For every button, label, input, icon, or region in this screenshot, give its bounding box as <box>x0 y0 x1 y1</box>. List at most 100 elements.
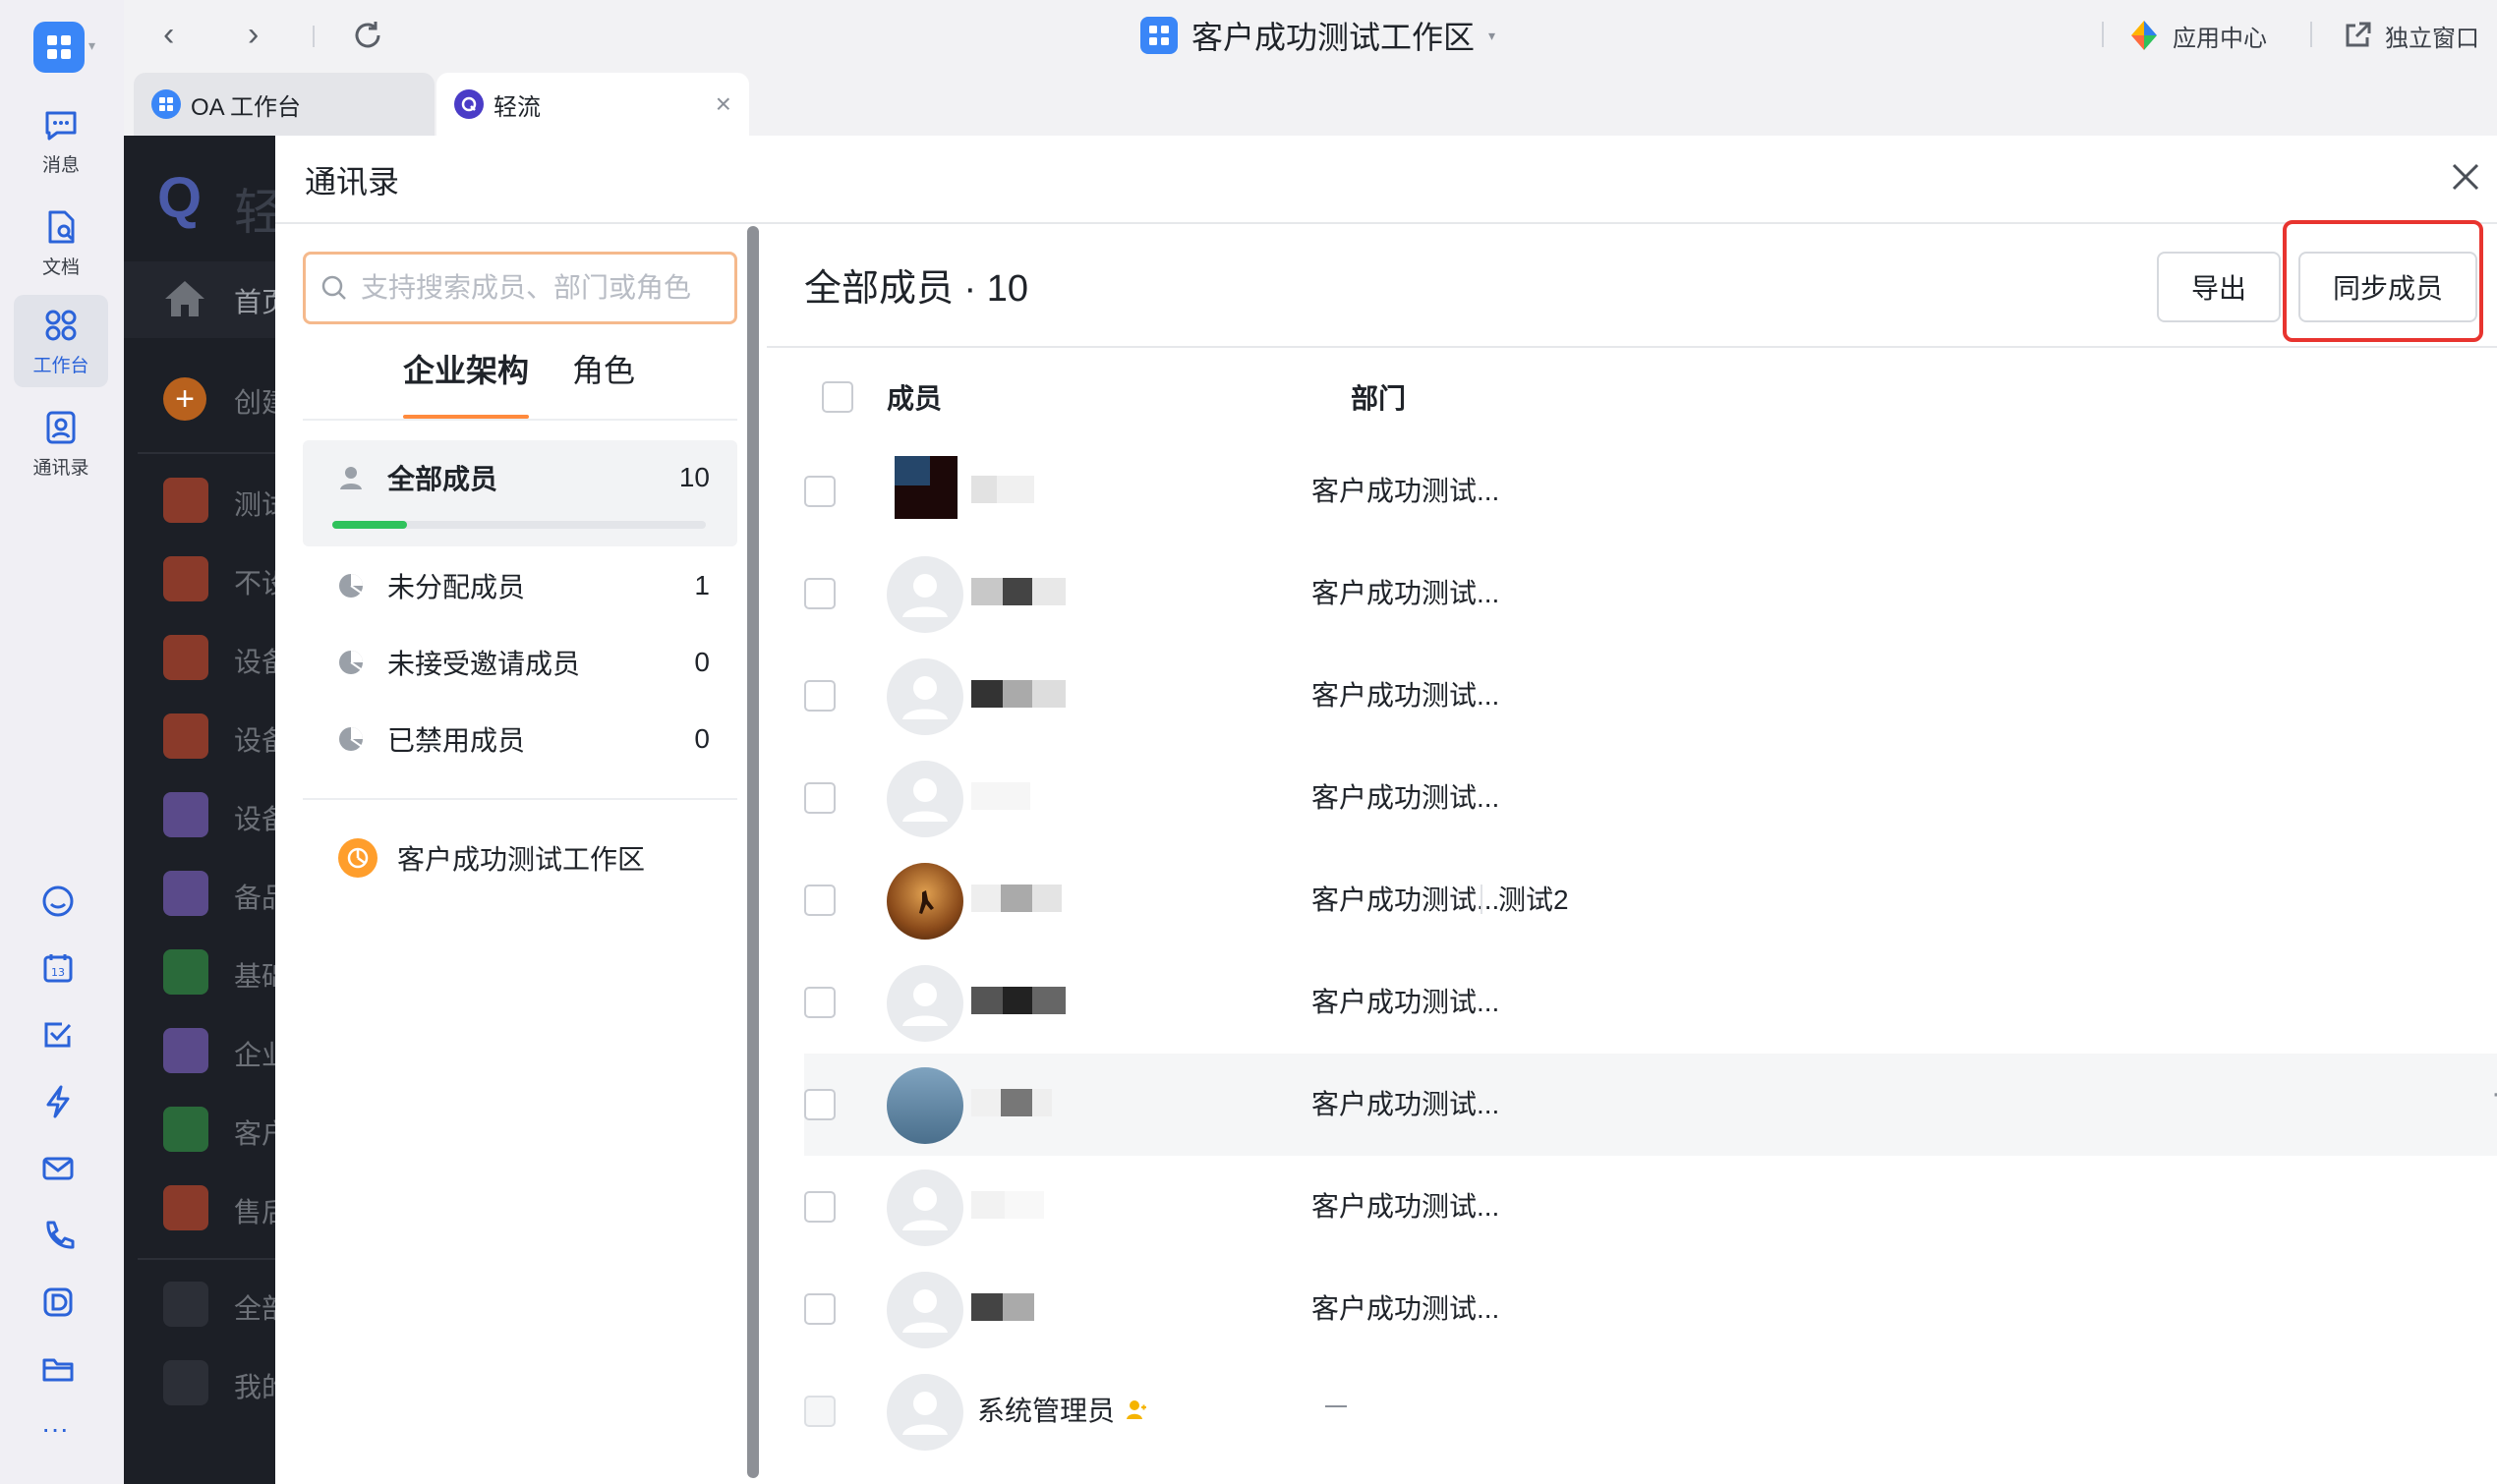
search-field[interactable] <box>303 252 737 324</box>
members-progress-bar <box>332 521 706 529</box>
admin-name-wrap: 系统管理员 <box>977 1390 1148 1429</box>
calendar-icon[interactable]: 13 <box>35 945 81 991</box>
more-apps-icon[interactable]: ··· <box>41 1413 69 1445</box>
svg-text:13: 13 <box>51 966 65 979</box>
folder-icon[interactable] <box>35 1346 81 1392</box>
rail-item-workbench[interactable]: 工作台 <box>14 295 108 387</box>
document-icon <box>48 210 75 243</box>
table-row[interactable]: 客户成功测试... <box>804 1258 2497 1360</box>
bg-item: 设备 <box>234 647 275 677</box>
row-checkbox[interactable] <box>804 476 836 507</box>
member-name-redacted <box>971 885 1062 912</box>
table-row[interactable]: 客户成功测试... <box>804 440 2497 542</box>
app-logo-icon[interactable] <box>33 22 85 73</box>
table-row[interactable]: 系统管理员 <box>804 1360 2497 1462</box>
qingflow-big-logo-icon: Q <box>157 166 203 230</box>
group-row-disabled[interactable]: 已禁用成员 0 <box>303 710 737 769</box>
default-avatar-icon <box>887 1374 963 1451</box>
back-arrow-icon[interactable]: ‹ <box>163 16 174 54</box>
home-icon <box>163 279 206 323</box>
table-row[interactable]: 客户成功测试... <box>804 951 2497 1054</box>
close-icon[interactable] <box>2446 157 2485 197</box>
table-row[interactable]: 客户成功测试... <box>804 542 2497 645</box>
member-list-title: 全部成员 · 10 <box>804 268 1029 310</box>
rail-label-docs: 文档 <box>41 257 80 278</box>
table-row[interactable]: 客户成功测试... 测试2 <box>804 849 2497 951</box>
bg-item: 不设 <box>234 568 275 599</box>
oa-grid-icon <box>151 89 181 119</box>
rail-label-workbench: 工作台 <box>32 355 89 376</box>
table-row[interactable]: 客户成功测试... <box>804 1156 2497 1258</box>
pie-status-icon <box>336 571 366 600</box>
search-input[interactable] <box>361 272 715 304</box>
bg-item: 售后 <box>234 1197 275 1227</box>
forward-arrow-icon[interactable]: › <box>248 16 259 54</box>
group-row-all[interactable]: 全部成员 10 <box>303 448 737 507</box>
more-actions-icon[interactable]: ··· <box>2491 1077 2497 1111</box>
external-window-icon <box>2346 22 2371 47</box>
bg-divider <box>138 1258 275 1260</box>
tab-oa-workbench[interactable]: OA 工作台 <box>134 73 435 136</box>
table-row-hovered[interactable]: 客户成功测试... ··· <box>804 1054 2497 1156</box>
active-tab-underline <box>403 415 529 419</box>
rail-item-messages[interactable]: 消息 <box>14 94 108 187</box>
bg-app-icon <box>163 949 208 995</box>
bg-divider <box>138 452 275 454</box>
create-plus-icon: + <box>163 377 206 421</box>
rail-item-docs[interactable]: 文档 <box>14 197 108 289</box>
tab-close-icon[interactable]: × <box>716 88 731 120</box>
tab-label: 轻流 <box>494 93 541 121</box>
tab-roles[interactable]: 角色 <box>572 346 635 395</box>
standalone-window-button[interactable]: 独立窗口 <box>2342 14 2479 57</box>
row-checkbox[interactable] <box>804 680 836 712</box>
group-row-unassigned[interactable]: 未分配成员 1 <box>303 556 737 615</box>
app-center-button[interactable]: 应用中心 <box>2127 14 2267 57</box>
tab-label: OA 工作台 <box>191 93 302 121</box>
reload-icon[interactable] <box>350 18 385 58</box>
todo-check-icon[interactable] <box>35 1012 81 1057</box>
export-button[interactable]: 导出 <box>2157 252 2281 322</box>
table-row[interactable]: 客户成功测试... <box>804 747 2497 849</box>
qingflow-logo-icon <box>454 89 484 119</box>
row-checkbox[interactable] <box>804 578 836 609</box>
cloud-icon[interactable] <box>35 879 81 924</box>
workspace-title[interactable]: 客户成功测试工作区 ▾ <box>1140 14 1495 57</box>
mail-icon[interactable] <box>35 1146 81 1191</box>
group-row-uninvited[interactable]: 未接受邀请成员 0 <box>303 633 737 692</box>
default-avatar-icon <box>887 1272 963 1348</box>
member-department: 客户成功测试... <box>1311 578 1500 608</box>
member-department: 客户成功测试... <box>1311 680 1500 711</box>
chevron-down-icon: ▾ <box>1488 27 1496 43</box>
row-checkbox[interactable] <box>804 987 836 1018</box>
row-checkbox[interactable] <box>804 1293 836 1325</box>
d-app-icon[interactable] <box>35 1280 81 1325</box>
select-all-checkbox[interactable] <box>822 381 853 413</box>
modal-header <box>275 136 2497 224</box>
member-name-redacted <box>971 1191 1044 1219</box>
row-checkbox[interactable] <box>804 1089 836 1120</box>
bg-item: 企业 <box>234 1040 275 1070</box>
bg-item-create: 创建 <box>234 387 275 418</box>
workspace-node[interactable]: 客户成功测试工作区 <box>338 833 645 883</box>
modal-title: 通讯录 <box>305 164 400 200</box>
avatar <box>887 863 963 940</box>
bg-app-icon <box>163 478 208 523</box>
tab-qingflow[interactable]: 轻流 × <box>436 73 749 136</box>
member-department-secondary: 测试2 <box>1498 885 1569 915</box>
rail-label-contacts: 通讯录 <box>32 457 89 479</box>
bg-item: 测试 <box>234 489 275 520</box>
pie-status-icon <box>336 648 366 677</box>
row-checkbox[interactable] <box>804 1191 836 1223</box>
phone-icon[interactable] <box>35 1213 81 1258</box>
group-count: 0 <box>694 647 710 677</box>
group-label: 全部成员 <box>387 464 498 494</box>
rail-item-contacts[interactable]: 通讯录 <box>14 397 108 489</box>
left-pane-scrollbar[interactable] <box>747 226 759 1478</box>
row-checkbox[interactable] <box>804 782 836 814</box>
workspace-node-label: 客户成功测试工作区 <box>397 844 646 875</box>
tab-org-structure[interactable]: 企业架构 <box>403 346 529 395</box>
logo-caret-icon[interactable]: ▾ <box>88 37 95 54</box>
row-checkbox[interactable] <box>804 885 836 916</box>
lightning-icon[interactable] <box>35 1079 81 1124</box>
table-row[interactable]: 客户成功测试... <box>804 645 2497 747</box>
